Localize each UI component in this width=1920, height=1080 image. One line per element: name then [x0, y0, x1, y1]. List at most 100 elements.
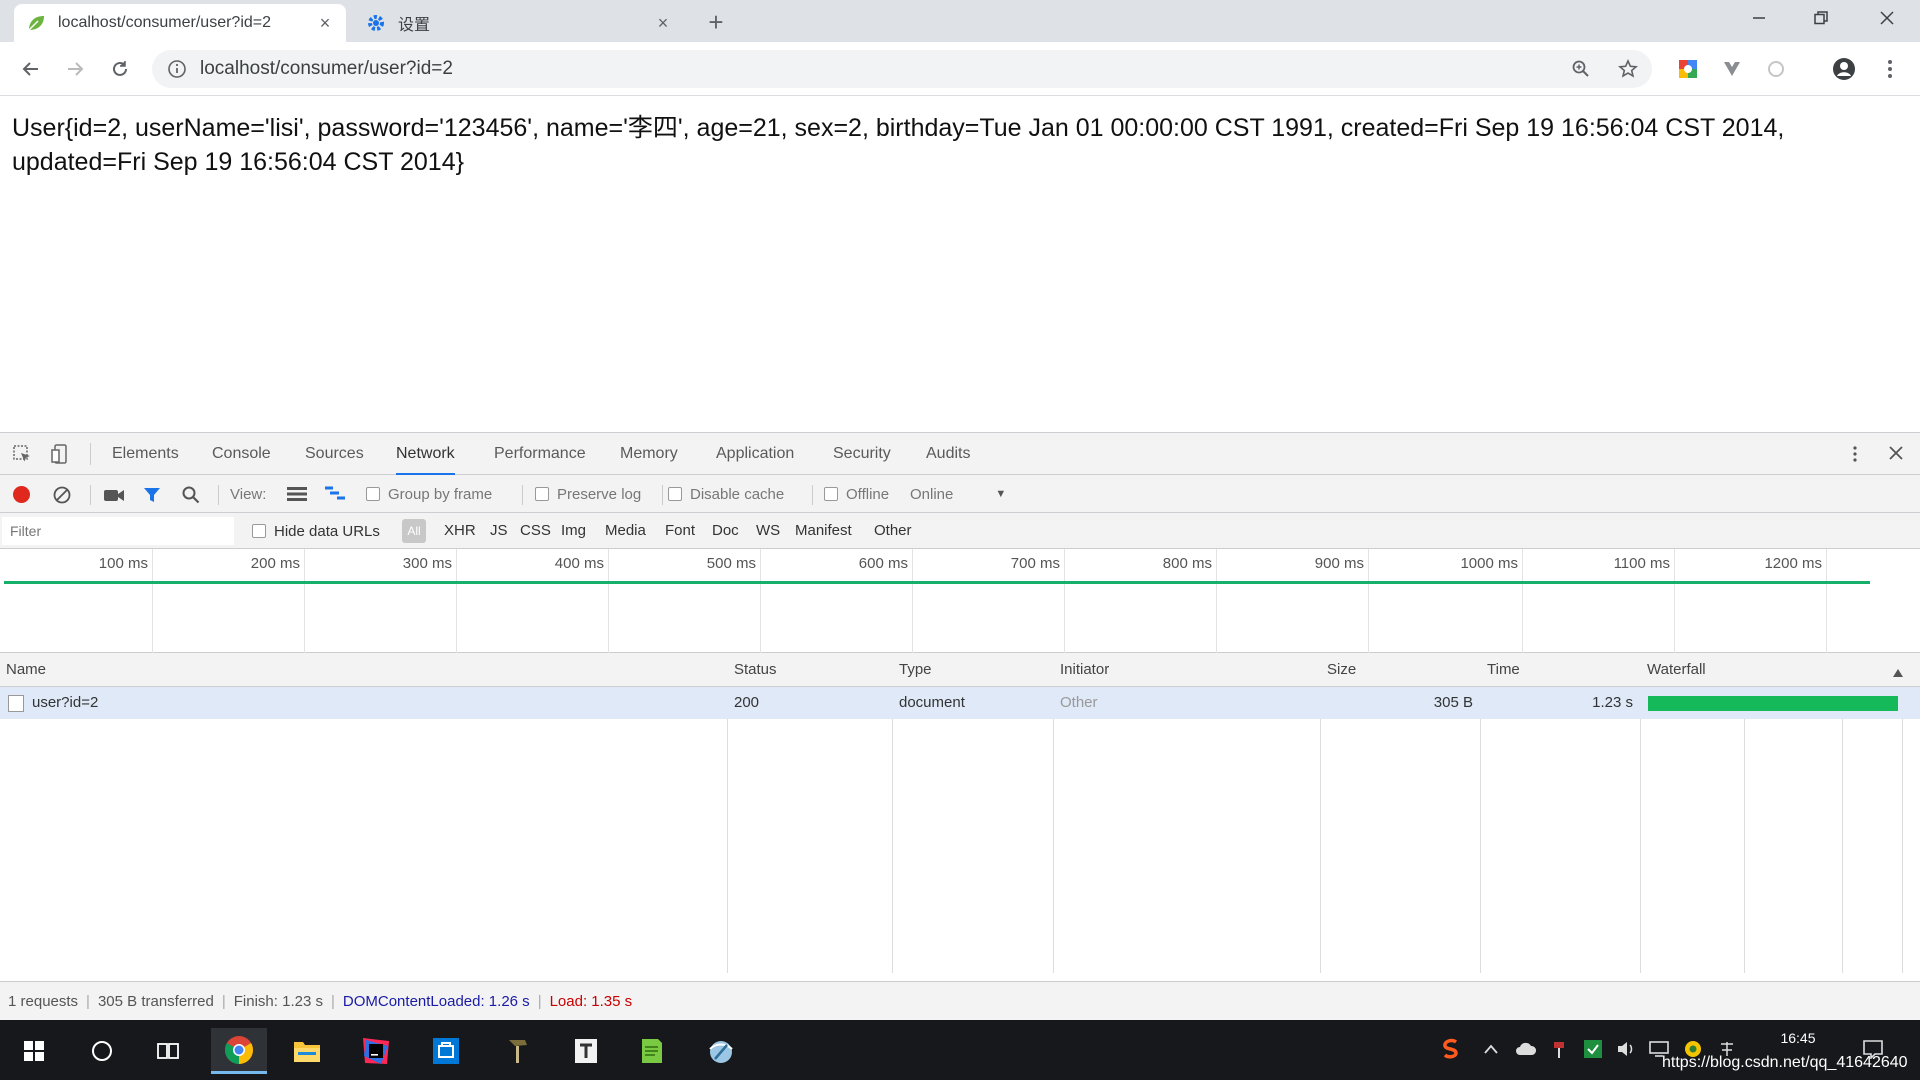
info-icon[interactable]	[166, 58, 188, 80]
tab-settings[interactable]: 设置 ×	[354, 4, 684, 42]
column-initiator[interactable]: Initiator	[1054, 653, 1109, 687]
hide-data-urls-checkbox[interactable]: Hide data URLs	[252, 513, 380, 549]
checkbox[interactable]	[535, 487, 549, 501]
column-size[interactable]: Size	[1321, 653, 1356, 687]
cloud-icon[interactable]	[1515, 1038, 1537, 1060]
grid-line	[1826, 549, 1827, 653]
new-tab-button[interactable]: +	[702, 8, 730, 36]
chevron-up-icon[interactable]	[1480, 1038, 1502, 1060]
search-circle-icon[interactable]	[74, 1028, 130, 1074]
filter-type-img[interactable]: Img	[561, 513, 586, 549]
column-time[interactable]: Time	[1481, 653, 1520, 687]
security-tray-icon[interactable]	[1582, 1038, 1604, 1060]
tab-memory[interactable]: Memory	[620, 433, 678, 475]
taskbar-clock[interactable]: 16:45	[1768, 1030, 1828, 1046]
tick-label: 100 ms	[98, 555, 148, 572]
file-explorer-icon[interactable]	[279, 1028, 335, 1074]
column-name[interactable]: Name	[0, 653, 46, 687]
profile-icon[interactable]	[1827, 52, 1861, 86]
close-tab-icon[interactable]: ×	[316, 14, 334, 32]
separator: |	[537, 993, 542, 1010]
network-overview[interactable]: 100 ms 200 ms 300 ms 400 ms 500 ms 600 m…	[0, 549, 1920, 653]
vue-devtools-icon[interactable]	[1715, 52, 1749, 86]
large-rows-icon[interactable]	[286, 486, 308, 506]
sort-ascending-icon[interactable]	[1892, 665, 1904, 682]
sogou-ime-icon[interactable]	[1440, 1038, 1462, 1060]
filter-type-xhr[interactable]: XHR	[444, 513, 476, 549]
filter-type-other[interactable]: Other	[874, 513, 912, 549]
preserve-log-checkbox[interactable]: Preserve log	[535, 475, 641, 513]
clear-icon[interactable]	[52, 485, 72, 509]
record-icon[interactable]	[13, 486, 30, 503]
taskbar: 16:45 https://blog.csdn.net/qq_41642640	[0, 1020, 1920, 1080]
throttle-select[interactable]: Online ▼	[910, 475, 1006, 513]
tab-performance[interactable]: Performance	[494, 433, 586, 475]
minimize-button[interactable]	[1728, 0, 1790, 36]
pin-tool-icon[interactable]	[1549, 1038, 1571, 1060]
table-row[interactable]: user?id=2 200 document Other 305 B 1.23 …	[0, 687, 1920, 719]
intellij-icon[interactable]	[348, 1028, 404, 1074]
filter-type-css[interactable]: CSS	[520, 513, 551, 549]
checkbox[interactable]	[668, 487, 682, 501]
search-icon[interactable]	[181, 485, 201, 509]
offline-checkbox[interactable]: Offline	[824, 475, 889, 513]
disable-cache-checkbox[interactable]: Disable cache	[668, 475, 784, 513]
tab-localhost[interactable]: localhost/consumer/user?id=2 ×	[14, 4, 346, 42]
column-type[interactable]: Type	[893, 653, 932, 687]
task-view-icon[interactable]	[140, 1028, 196, 1074]
tab-console[interactable]: Console	[212, 433, 271, 475]
cell-name[interactable]: user?id=2	[32, 687, 98, 719]
filter-type-all[interactable]: All	[402, 519, 426, 543]
screenshot-capture-icon[interactable]	[103, 487, 125, 507]
url-text[interactable]: localhost/consumer/user?id=2	[200, 58, 453, 80]
tab-application[interactable]: Application	[716, 433, 794, 475]
start-windows-icon[interactable]	[6, 1028, 62, 1074]
inspect-element-icon[interactable]	[12, 444, 32, 468]
filter-type-doc[interactable]: Doc	[712, 513, 739, 549]
close-window-button[interactable]	[1856, 0, 1918, 36]
filter-icon[interactable]	[142, 485, 162, 509]
tab-elements[interactable]: Elements	[112, 433, 179, 475]
typora-icon[interactable]	[558, 1028, 614, 1074]
checkbox[interactable]	[252, 524, 266, 538]
close-tab-icon[interactable]: ×	[654, 14, 672, 32]
column-status[interactable]: Status	[728, 653, 777, 687]
forward-button[interactable]	[58, 52, 92, 86]
menu-kebab-icon[interactable]	[1873, 52, 1907, 86]
filter-type-js[interactable]: JS	[490, 513, 508, 549]
column-waterfall[interactable]: Waterfall	[1641, 653, 1706, 687]
bookmark-star-icon[interactable]	[1611, 52, 1645, 86]
filter-type-media[interactable]: Media	[605, 513, 646, 549]
divider	[218, 485, 219, 505]
tab-network[interactable]: Network	[396, 433, 455, 475]
devtools-menu-icon[interactable]	[1852, 445, 1858, 467]
waterfall-bar[interactable]	[1648, 696, 1898, 711]
notepad-icon[interactable]	[624, 1028, 680, 1074]
network-tool-icon[interactable]	[693, 1028, 749, 1074]
zoom-icon[interactable]	[1564, 52, 1598, 86]
reload-button[interactable]	[103, 52, 137, 86]
git-tool-icon[interactable]	[490, 1028, 546, 1074]
address-bar[interactable]: localhost/consumer/user?id=2	[152, 50, 1652, 88]
back-button[interactable]	[14, 52, 48, 86]
tab-security[interactable]: Security	[833, 433, 891, 475]
app-store-icon[interactable]	[418, 1028, 474, 1074]
close-devtools-icon[interactable]	[1888, 445, 1904, 465]
filter-input[interactable]	[2, 517, 234, 545]
waterfall-overview-icon[interactable]	[324, 486, 346, 506]
checkbox[interactable]	[366, 487, 380, 501]
filter-type-manifest[interactable]: Manifest	[795, 513, 852, 549]
device-toolbar-icon[interactable]	[50, 444, 70, 468]
requests-count: 1 requests	[8, 993, 79, 1010]
chrome-icon[interactable]	[211, 1028, 267, 1074]
tab-audits[interactable]: Audits	[926, 433, 970, 475]
tab-sources[interactable]: Sources	[305, 433, 364, 475]
restore-button[interactable]	[1790, 0, 1852, 36]
extension-disabled-icon[interactable]	[1759, 52, 1793, 86]
volume-icon[interactable]	[1615, 1038, 1637, 1060]
filter-type-font[interactable]: Font	[665, 513, 695, 549]
checkbox[interactable]	[824, 487, 838, 501]
group-by-frame-checkbox[interactable]: Group by frame	[366, 475, 492, 513]
extension-icon[interactable]	[1671, 52, 1705, 86]
filter-type-ws[interactable]: WS	[756, 513, 780, 549]
